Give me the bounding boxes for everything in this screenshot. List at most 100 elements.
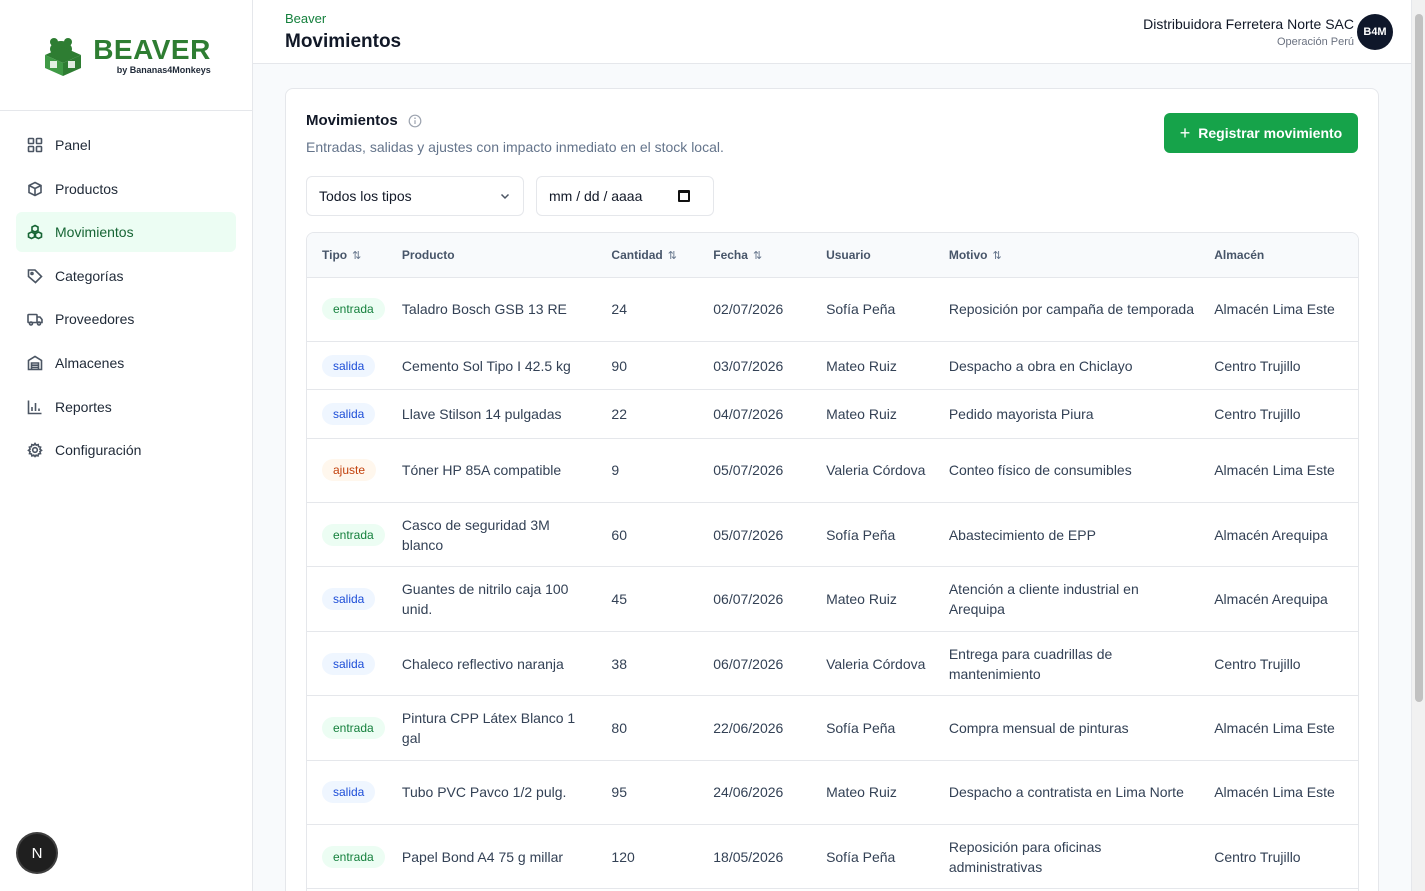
cell-producto: Taladro Bosch GSB 13 RE xyxy=(401,277,612,342)
col-cantidad[interactable]: Cantidad ⇅ xyxy=(611,233,714,278)
nextjs-badge[interactable]: N xyxy=(18,834,56,872)
cell-cantidad: 9 xyxy=(611,438,714,504)
date-filter-placeholder: mm / dd / aaaa xyxy=(549,188,643,204)
cell-usuario: Mateo Ruiz xyxy=(826,760,949,826)
table-row[interactable]: entrada Pintura CPP Látex Blanco 1 gal 8… xyxy=(307,695,1358,761)
col-cantidad-label: Cantidad xyxy=(611,247,663,262)
cell-producto: Chaleco reflectivo naranja xyxy=(401,631,612,697)
sidebar-item-label: Reportes xyxy=(55,398,112,415)
sidebar-item-label: Movimientos xyxy=(55,224,134,241)
col-usuario-label: Usuario xyxy=(826,247,871,262)
col-fecha[interactable]: Fecha ⇅ xyxy=(713,233,827,278)
sort-icon: ⇅ xyxy=(992,249,1002,262)
cell-usuario: Sofía Peña xyxy=(826,824,949,890)
card-title-text: Movimientos xyxy=(306,112,398,129)
cell-tipo: entrada xyxy=(307,824,402,890)
cell-usuario: Valeria Córdova xyxy=(826,631,949,697)
cell-cantidad: 38 xyxy=(611,631,714,697)
table-row[interactable]: entrada Casco de seguridad 3M blanco 60 … xyxy=(307,502,1358,568)
calendar-icon[interactable] xyxy=(678,190,691,202)
cell-usuario: Sofía Peña xyxy=(826,277,949,342)
col-tipo[interactable]: Tipo ⇅ xyxy=(307,233,402,278)
cell-tipo: salida xyxy=(307,389,402,439)
chevron-down-icon xyxy=(500,193,510,200)
cell-motivo: Entrega para cuadrillas de mantenimiento xyxy=(948,631,1215,697)
type-filter-select[interactable]: Todos los tipos xyxy=(306,176,524,216)
cell-almacen: Almacén Lima Este xyxy=(1214,695,1358,761)
cell-tipo: ajuste xyxy=(307,438,402,504)
cell-cantidad: 60 xyxy=(611,502,714,568)
cell-cantidad: 90 xyxy=(611,341,714,391)
sidebar-item-label: Configuración xyxy=(55,442,142,459)
type-filter-value: Todos los tipos xyxy=(319,188,412,204)
sidebar-item-label: Productos xyxy=(55,180,119,197)
cell-fecha: 18/05/2026 xyxy=(713,824,827,890)
cell-producto: Guantes de nitrilo caja 100 unid. xyxy=(401,566,612,632)
page-title: Movimientos xyxy=(285,31,402,52)
col-producto-label: Producto xyxy=(401,247,455,262)
cell-fecha: 06/07/2026 xyxy=(713,566,827,632)
sidebar-item-label: Proveedores xyxy=(55,311,135,328)
sidebar-item-almacenes[interactable]: Almacenes xyxy=(16,343,236,383)
sidebar-item-label: Panel xyxy=(55,137,91,153)
avatar[interactable]: B4M xyxy=(1357,14,1393,50)
cell-almacen: Centro Trujillo xyxy=(1214,824,1358,890)
sidebar-item-configuracion[interactable]: Configuración xyxy=(16,430,236,470)
cell-producto: Llave Stilson 14 pulgadas xyxy=(401,389,612,439)
gear-icon xyxy=(27,442,43,458)
table-row[interactable]: salida Cemento Sol Tipo I 42.5 kg 90 03/… xyxy=(307,341,1358,391)
col-usuario: Usuario xyxy=(826,233,949,278)
cell-fecha: 05/07/2026 xyxy=(713,502,827,568)
type-badge: salida xyxy=(322,652,376,675)
col-motivo-label: Motivo xyxy=(948,247,988,262)
table-row[interactable]: entrada Taladro Bosch GSB 13 RE 24 02/07… xyxy=(307,277,1358,342)
cell-almacen: Almacén Arequipa xyxy=(1214,502,1358,568)
table-row[interactable]: salida Llave Stilson 14 pulgadas 22 04/0… xyxy=(307,389,1358,439)
box-icon xyxy=(27,181,43,197)
cell-almacen: Centro Trujillo xyxy=(1214,631,1358,697)
scrollbar-thumb[interactable] xyxy=(1415,14,1423,702)
cell-motivo: Conteo físico de consumibles xyxy=(948,438,1215,504)
col-motivo[interactable]: Motivo ⇅ xyxy=(948,233,1215,278)
table-row[interactable]: salida Guantes de nitrilo caja 100 unid.… xyxy=(307,566,1358,632)
beaver-logo[interactable]: BEAVER by Bananas4Monkeys xyxy=(41,33,211,77)
cell-motivo: Reposición por campaña de temporada xyxy=(948,277,1215,342)
card-description: Entradas, salidas y ajustes con impacto … xyxy=(306,139,724,155)
date-filter-input[interactable]: mm / dd / aaaa xyxy=(536,176,714,216)
sidebar-item-panel[interactable]: Panel xyxy=(16,125,236,165)
cell-almacen: Centro Trujillo xyxy=(1214,341,1358,391)
cell-usuario: Sofía Peña xyxy=(826,502,949,568)
table-row[interactable]: salida Chaleco reflectivo naranja 38 06/… xyxy=(307,631,1358,697)
type-badge: salida xyxy=(322,402,376,425)
cell-motivo: Atención a cliente industrial en Arequip… xyxy=(948,566,1215,632)
info-icon[interactable] xyxy=(408,114,422,128)
truck-icon xyxy=(27,311,43,327)
page-scrollbar[interactable] xyxy=(1411,0,1425,891)
table-row[interactable]: entrada Papel Bond A4 75 g millar 120 18… xyxy=(307,824,1358,890)
sidebar-item-productos[interactable]: Productos xyxy=(16,169,236,209)
type-badge: ajuste xyxy=(322,459,377,482)
cell-fecha: 24/06/2026 xyxy=(713,760,827,826)
warehouse-icon xyxy=(27,355,43,371)
cell-almacen: Centro Trujillo xyxy=(1214,389,1358,439)
boxes-icon xyxy=(27,224,43,240)
cell-motivo: Compra mensual de pinturas xyxy=(948,695,1215,761)
sidebar-item-movimientos[interactable]: Movimientos xyxy=(16,212,236,253)
sidebar-item-categorias[interactable]: Categorías xyxy=(16,256,236,296)
cell-almacen: Almacén Lima Este xyxy=(1214,760,1358,826)
table-row[interactable]: salida Tubo PVC Pavco 1/2 pulg. 95 24/06… xyxy=(307,760,1358,826)
col-almacen-label: Almacén xyxy=(1214,247,1265,262)
cell-usuario: Mateo Ruiz xyxy=(826,341,949,391)
cell-producto: Papel Bond A4 75 g millar xyxy=(401,824,612,890)
cell-producto: Casco de seguridad 3M blanco xyxy=(401,502,612,568)
type-badge: entrada xyxy=(322,523,385,546)
sidebar-item-reportes[interactable]: Reportes xyxy=(16,387,236,427)
register-movement-button[interactable]: + Registrar movimiento xyxy=(1164,113,1358,153)
table-row[interactable]: ajuste Tóner HP 85A compatible 9 05/07/2… xyxy=(307,438,1358,504)
breadcrumb[interactable]: Beaver xyxy=(285,11,326,26)
cell-fecha: 04/07/2026 xyxy=(713,389,827,439)
sidebar-item-proveedores[interactable]: Proveedores xyxy=(16,299,236,339)
grid-icon xyxy=(27,137,43,153)
cell-usuario: Mateo Ruiz xyxy=(826,566,949,632)
org-info: Distribuidora Ferretera Norte SAC Operac… xyxy=(1143,16,1354,48)
